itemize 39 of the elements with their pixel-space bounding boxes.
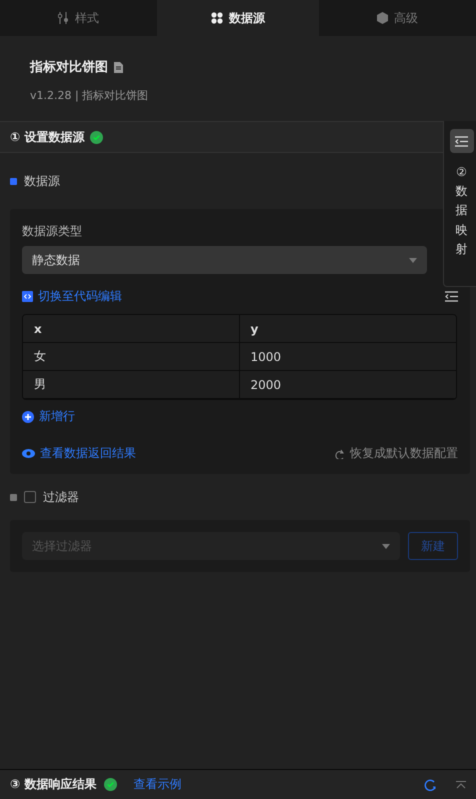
view-result-link[interactable]: 查看数据返回结果 (22, 445, 136, 462)
document-icon[interactable] (114, 62, 123, 72)
plus-circle-icon (22, 410, 34, 422)
section-label: 数据源 (24, 172, 60, 190)
tab[interactable]: 数据源 (157, 0, 319, 36)
reset-default-link[interactable]: 恢复成默认数据配置 (333, 445, 458, 462)
dropdown-caret-icon (409, 258, 417, 262)
add-row-link[interactable]: 新增行 (22, 408, 458, 425)
datasource-type-select[interactable]: 静态数据 (22, 246, 427, 274)
hexagon-icon (377, 12, 388, 24)
section-label: 过滤器 (43, 488, 79, 506)
collapse-up-icon[interactable] (456, 780, 466, 788)
code-edit-link[interactable]: 切换至代码编辑 (22, 288, 122, 304)
collapse-list-icon (455, 136, 468, 146)
version-text: v1.2.28 | 指标对比饼图 (30, 88, 150, 103)
field-label: 数据源类型 (22, 223, 83, 240)
table-cell: 男 (23, 371, 240, 399)
collapse-panel-button[interactable] (450, 129, 474, 153)
four-dots-icon (211, 12, 223, 24)
eye-icon (22, 449, 35, 458)
table-cell: 2000 (240, 371, 456, 399)
component-title: 指标对比饼图 (30, 59, 108, 76)
data-mapping-label[interactable]: ②数据映射 (456, 163, 468, 259)
column-header: y (240, 315, 456, 343)
refresh-icon[interactable] (424, 778, 436, 790)
table-cell: 1000 (240, 343, 456, 371)
column-header: x (23, 315, 240, 343)
filter-checkbox[interactable] (24, 491, 36, 503)
section-marker-icon (10, 178, 17, 184)
dropdown-caret-icon (382, 544, 390, 548)
step-title: ③ 数据响应结果 (10, 776, 96, 793)
code-icon (22, 290, 33, 302)
sliders-icon (58, 12, 69, 24)
view-example-link[interactable]: 查看示例 (133, 776, 182, 793)
section-marker-icon (10, 494, 17, 500)
redo-arrow-icon (333, 448, 344, 458)
collapse-list-icon[interactable] (445, 290, 458, 302)
step-title: ① 设置数据源 (10, 128, 84, 146)
table-cell: 女 (23, 343, 240, 371)
